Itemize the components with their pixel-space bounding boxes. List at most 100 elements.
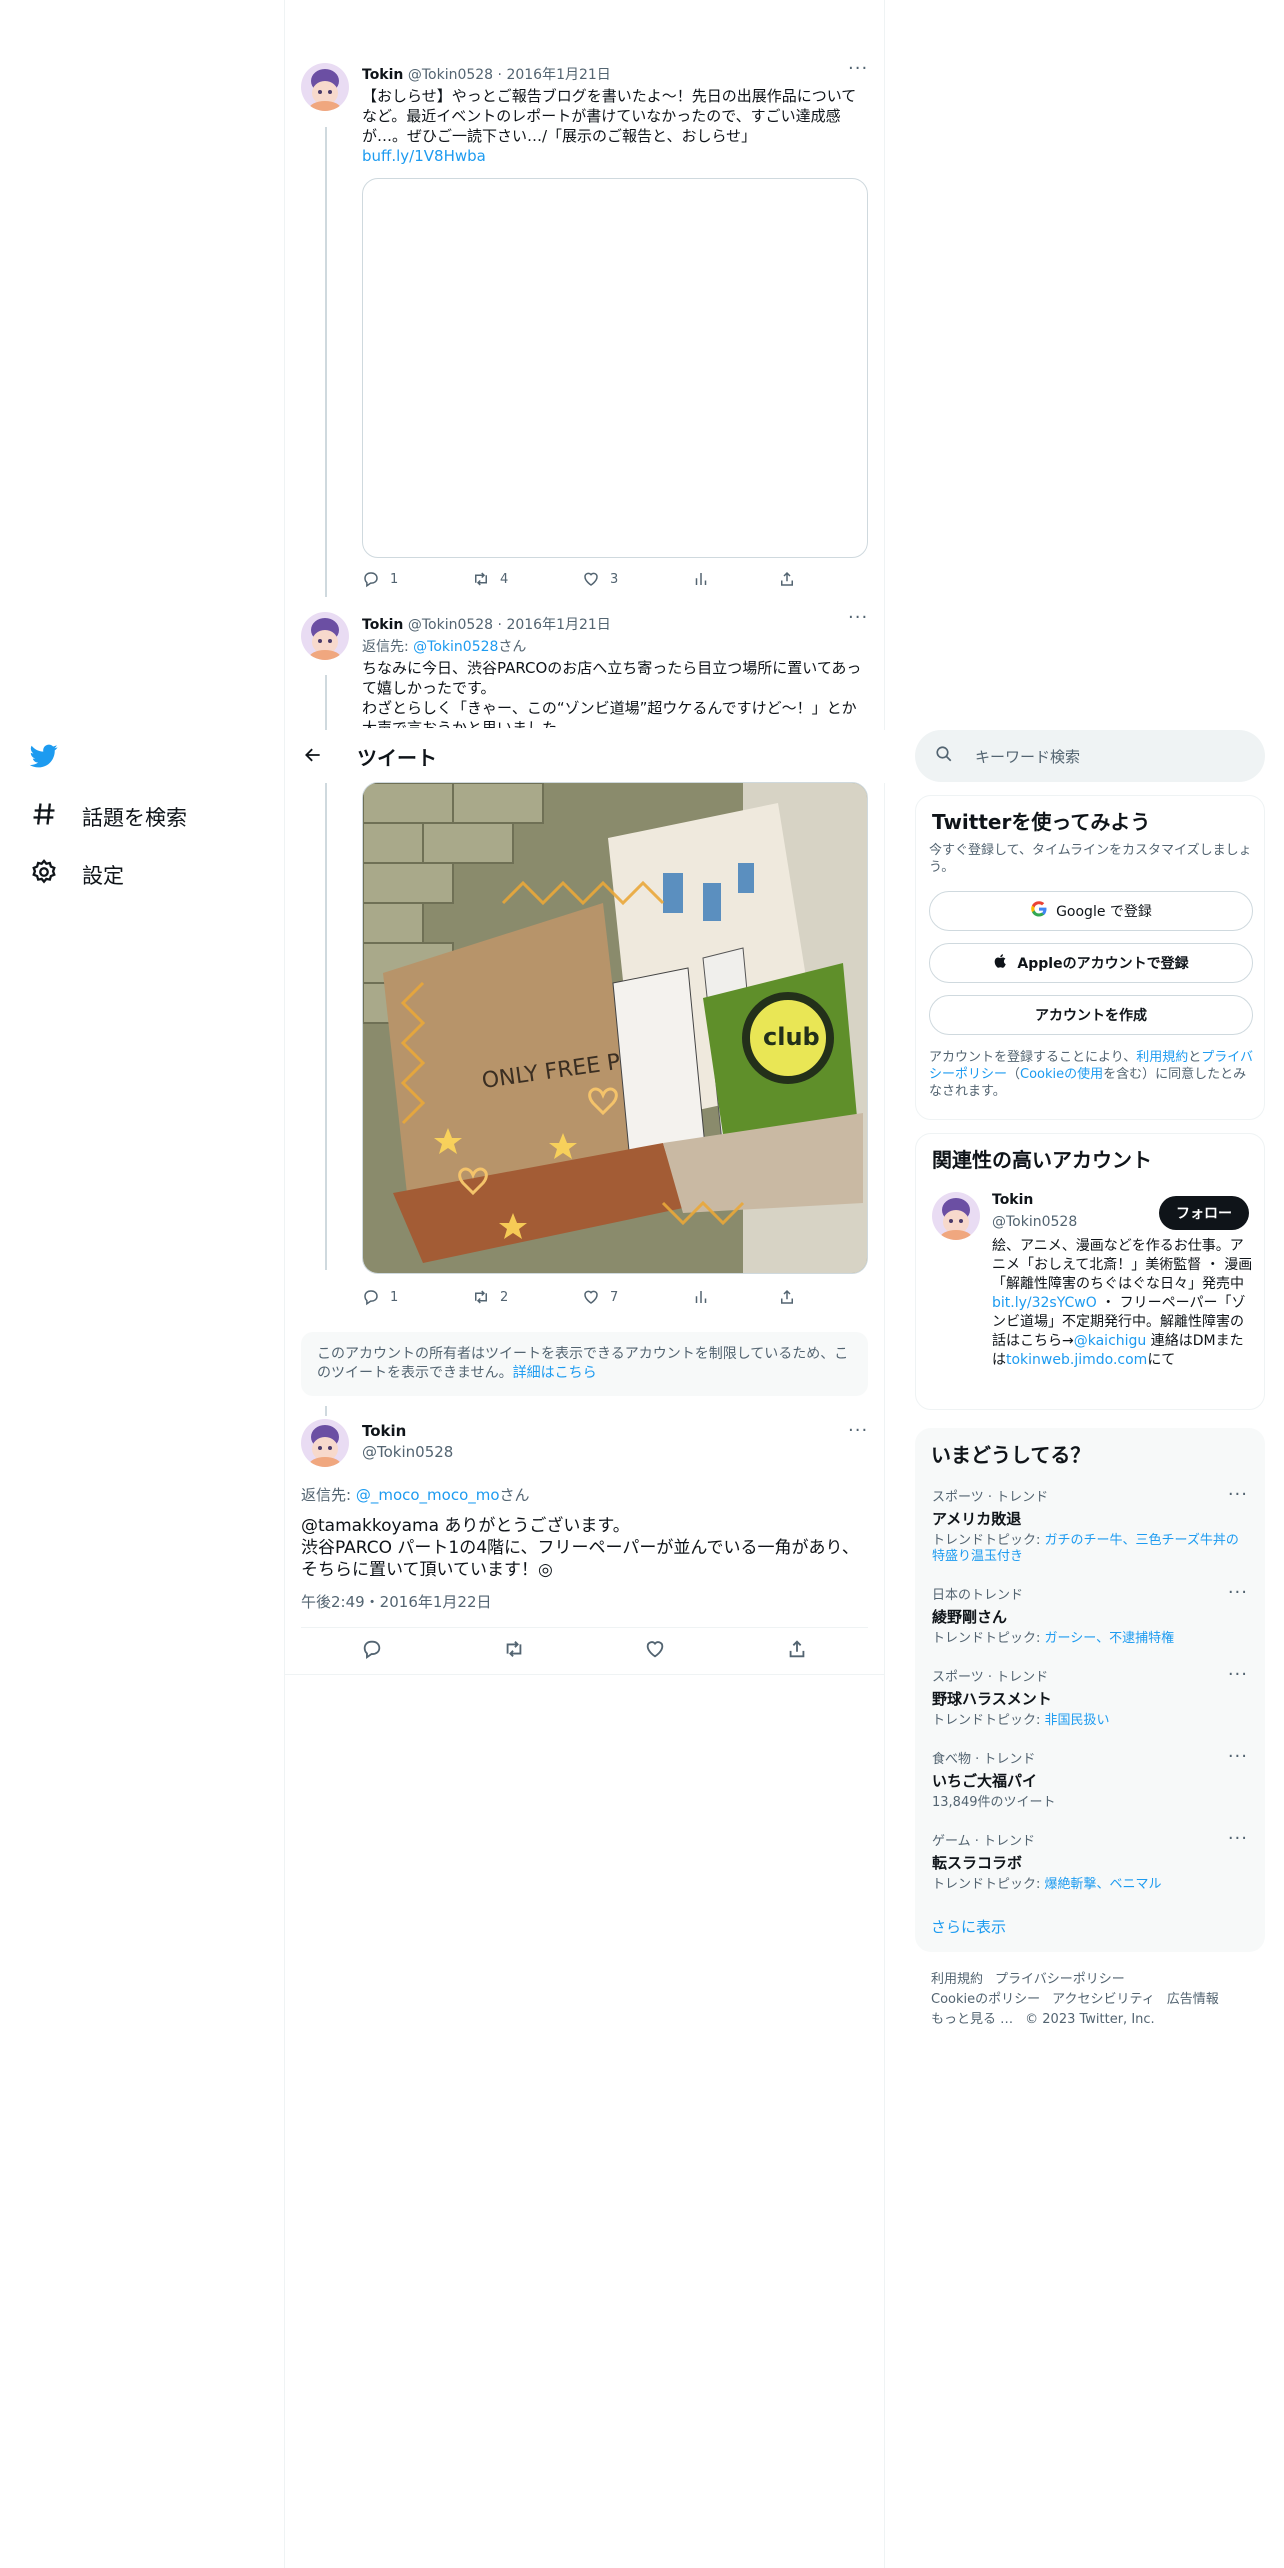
apple-icon (993, 952, 1009, 974)
more-icon[interactable]: ··· (1228, 1828, 1248, 1849)
trends-card: いまどうしてる？ スポーツ · トレンド アメリカ敗退 トレンドトピック: ガチ… (915, 1428, 1265, 1952)
heart-icon (584, 1290, 598, 1304)
share-button[interactable] (778, 1288, 796, 1306)
avatar[interactable] (301, 63, 349, 111)
reply-button[interactable] (361, 1638, 383, 1664)
reply-to-link[interactable]: @_moco_moco_mo (356, 1486, 500, 1504)
more-icon[interactable]: ··· (1228, 1746, 1248, 1767)
nav-explore-label: 話題を検索 (82, 805, 187, 830)
search-input[interactable]: キーワード検索 (915, 730, 1265, 782)
more-icon[interactable]: ··· (1228, 1582, 1248, 1603)
tweet-text: ちなみに今日、渋谷PARCOのお店へ立ち寄ったら目立つ場所に置いてあって嬉しかっ… (362, 659, 862, 728)
share-button[interactable] (778, 570, 796, 588)
retweet-button[interactable]: 2 (472, 1288, 582, 1306)
tweet-page-header: ツイート (285, 730, 885, 783)
back-arrow-icon[interactable] (303, 745, 333, 769)
nav-settings[interactable]: 設定 (30, 858, 124, 891)
analytics-button[interactable] (692, 1288, 778, 1306)
tweet-date[interactable]: 2016年1月21日 (506, 617, 610, 633)
create-account-button[interactable]: アカウントを作成 (929, 995, 1253, 1035)
author-name[interactable]: Tokin (362, 1422, 406, 1440)
follow-button[interactable]: フォロー (1159, 1196, 1249, 1230)
retweet-button[interactable]: 4 (472, 570, 582, 588)
reply-icon (363, 1640, 381, 1660)
twitter-logo-icon[interactable] (28, 742, 60, 774)
reply-to: 返信先: @_moco_moco_moさん (301, 1486, 530, 1504)
restricted-notice: このアカウントの所有者はツイートを表示できるアカウントを制限しているため、このツ… (301, 1332, 868, 1396)
like-button[interactable] (644, 1638, 666, 1664)
terms-link[interactable]: 利用規約 (1136, 1050, 1188, 1065)
thread-line (325, 1406, 327, 1416)
heart-icon (647, 1641, 664, 1658)
trend-item[interactable]: スポーツ · トレンド アメリカ敗退 トレンドトピック: ガチのチー牛、三色チー… (932, 1484, 1248, 1565)
footer-cookie[interactable]: Cookieのポリシー (931, 1992, 1040, 2007)
bio-mention[interactable]: @kaichigu (1074, 1333, 1147, 1349)
more-icon[interactable]: ··· (848, 58, 868, 79)
reply-button[interactable]: 1 (362, 1288, 472, 1306)
author-handle[interactable]: @Tokin0528 (408, 67, 493, 83)
google-signup-button[interactable]: Google で登録 (929, 891, 1253, 931)
link-card[interactable] (362, 178, 868, 558)
nav-explore[interactable]: 話題を検索 (30, 800, 187, 833)
tweet-timestamp[interactable]: 午後2:49・2016年1月22日 (301, 1591, 492, 1612)
trend-item[interactable]: 食べ物 · トレンド いちご大福パイ 13,849件のツイート ··· (932, 1746, 1248, 1811)
learn-more-link[interactable]: 詳細はこちら (513, 1365, 597, 1381)
footer-copyright: © 2023 Twitter, Inc. (1025, 2012, 1155, 2027)
share-button[interactable] (786, 1638, 808, 1664)
apple-signup-label: Appleのアカウントで登録 (1017, 956, 1189, 972)
related-handle[interactable]: @Tokin0528 (992, 1214, 1077, 1230)
tweet-photo[interactable]: club ONLY FREE P (362, 782, 868, 1274)
like-button[interactable]: 7 (582, 1288, 692, 1306)
tweet-text: 【おしらせ】やっとご報告ブログを書いたよ～！先日の出展作品についてなど。最近イベ… (362, 87, 857, 165)
author-handle[interactable]: @Tokin0528 (362, 1443, 453, 1461)
show-more-link[interactable]: さらに表示 (931, 1916, 1006, 1937)
tweet-header: Tokin @Tokin0528 · 2016年1月21日 (362, 67, 611, 83)
cookie-link[interactable]: Cookieの使用 (1020, 1067, 1103, 1082)
tweet-header: Tokin @Tokin0528 · 2016年1月21日 (362, 617, 611, 633)
tweet-date[interactable]: 2016年1月21日 (506, 67, 610, 83)
trend-item[interactable]: ゲーム · トレンド 転スラコラボ トレンドトピック: 爆絶斬撃、ベニマル ··… (932, 1828, 1248, 1893)
retweet-button[interactable] (503, 1638, 525, 1664)
more-icon[interactable]: ··· (1228, 1664, 1248, 1685)
avatar[interactable] (932, 1192, 980, 1240)
bio-link[interactable]: tokinweb.jimdo.com (1006, 1352, 1147, 1368)
search-icon (935, 745, 953, 767)
trend-item[interactable]: 日本のトレンド 綾野剛さん トレンドトピック: ガーシー、不逮捕特権 ··· (932, 1582, 1248, 1647)
footer-more[interactable]: もっと見る … (931, 2012, 1013, 2027)
thread-line (325, 127, 327, 597)
bio-link[interactable]: bit.ly/32sYCwO (992, 1295, 1097, 1311)
divider (285, 1674, 885, 1675)
footer-ads[interactable]: 広告情報 (1167, 1992, 1219, 2007)
signup-subtitle: 今すぐ登録して、タイムラインをカスタマイズしましょう。 (929, 843, 1252, 875)
trend-item[interactable]: スポーツ · トレンド 野球ハラスメント トレンドトピック: 非国民扱い ··· (932, 1664, 1248, 1729)
share-icon (789, 1640, 805, 1658)
more-icon[interactable]: ··· (1228, 1484, 1248, 1505)
author-name[interactable]: Tokin (362, 617, 403, 633)
signup-legal: アカウントを登録することにより、利用規約とプライバシーポリシー（Cookieの使… (929, 1050, 1254, 1099)
related-name[interactable]: Tokin (992, 1192, 1033, 1208)
page-title: ツイート (357, 746, 437, 770)
reply-icon (364, 1290, 378, 1306)
trends-title: いまどうしてる？ (931, 1443, 1091, 1467)
reply-to-link[interactable]: @Tokin0528 (413, 639, 498, 655)
avatar[interactable] (301, 1419, 349, 1467)
author-name[interactable]: Tokin (362, 67, 403, 83)
footer-accessibility[interactable]: アクセシビリティ (1052, 1992, 1155, 2007)
footer-privacy[interactable]: プライバシーポリシー (995, 1972, 1125, 1987)
author-handle[interactable]: @Tokin0528 (408, 617, 493, 633)
more-icon[interactable]: ··· (848, 607, 868, 628)
signup-title: Twitterを使ってみよう (932, 810, 1151, 834)
like-button[interactable]: 3 (582, 570, 692, 588)
more-icon[interactable]: ··· (848, 1420, 868, 1441)
reply-button[interactable]: 1 (362, 570, 472, 588)
footer-terms[interactable]: 利用規約 (931, 1972, 983, 1987)
analytics-button[interactable] (692, 570, 778, 588)
tweet-link[interactable]: buff.ly/1V8Hwba (362, 147, 486, 165)
footer: 利用規約 プライバシーポリシー Cookieのポリシー アクセシビリティ 広告情報 も… (931, 1970, 1231, 2030)
google-icon (1030, 900, 1048, 922)
reply-to: 返信先: @Tokin0528さん (362, 639, 527, 655)
share-icon (781, 571, 793, 586)
avatar[interactable] (301, 612, 349, 660)
related-accounts-card: 関連性の高いアカウント Tokin @Tokin0528 フォロー 絵、アニメ、… (915, 1133, 1265, 1410)
apple-signup-button[interactable]: Appleのアカウントで登録 (929, 943, 1253, 983)
